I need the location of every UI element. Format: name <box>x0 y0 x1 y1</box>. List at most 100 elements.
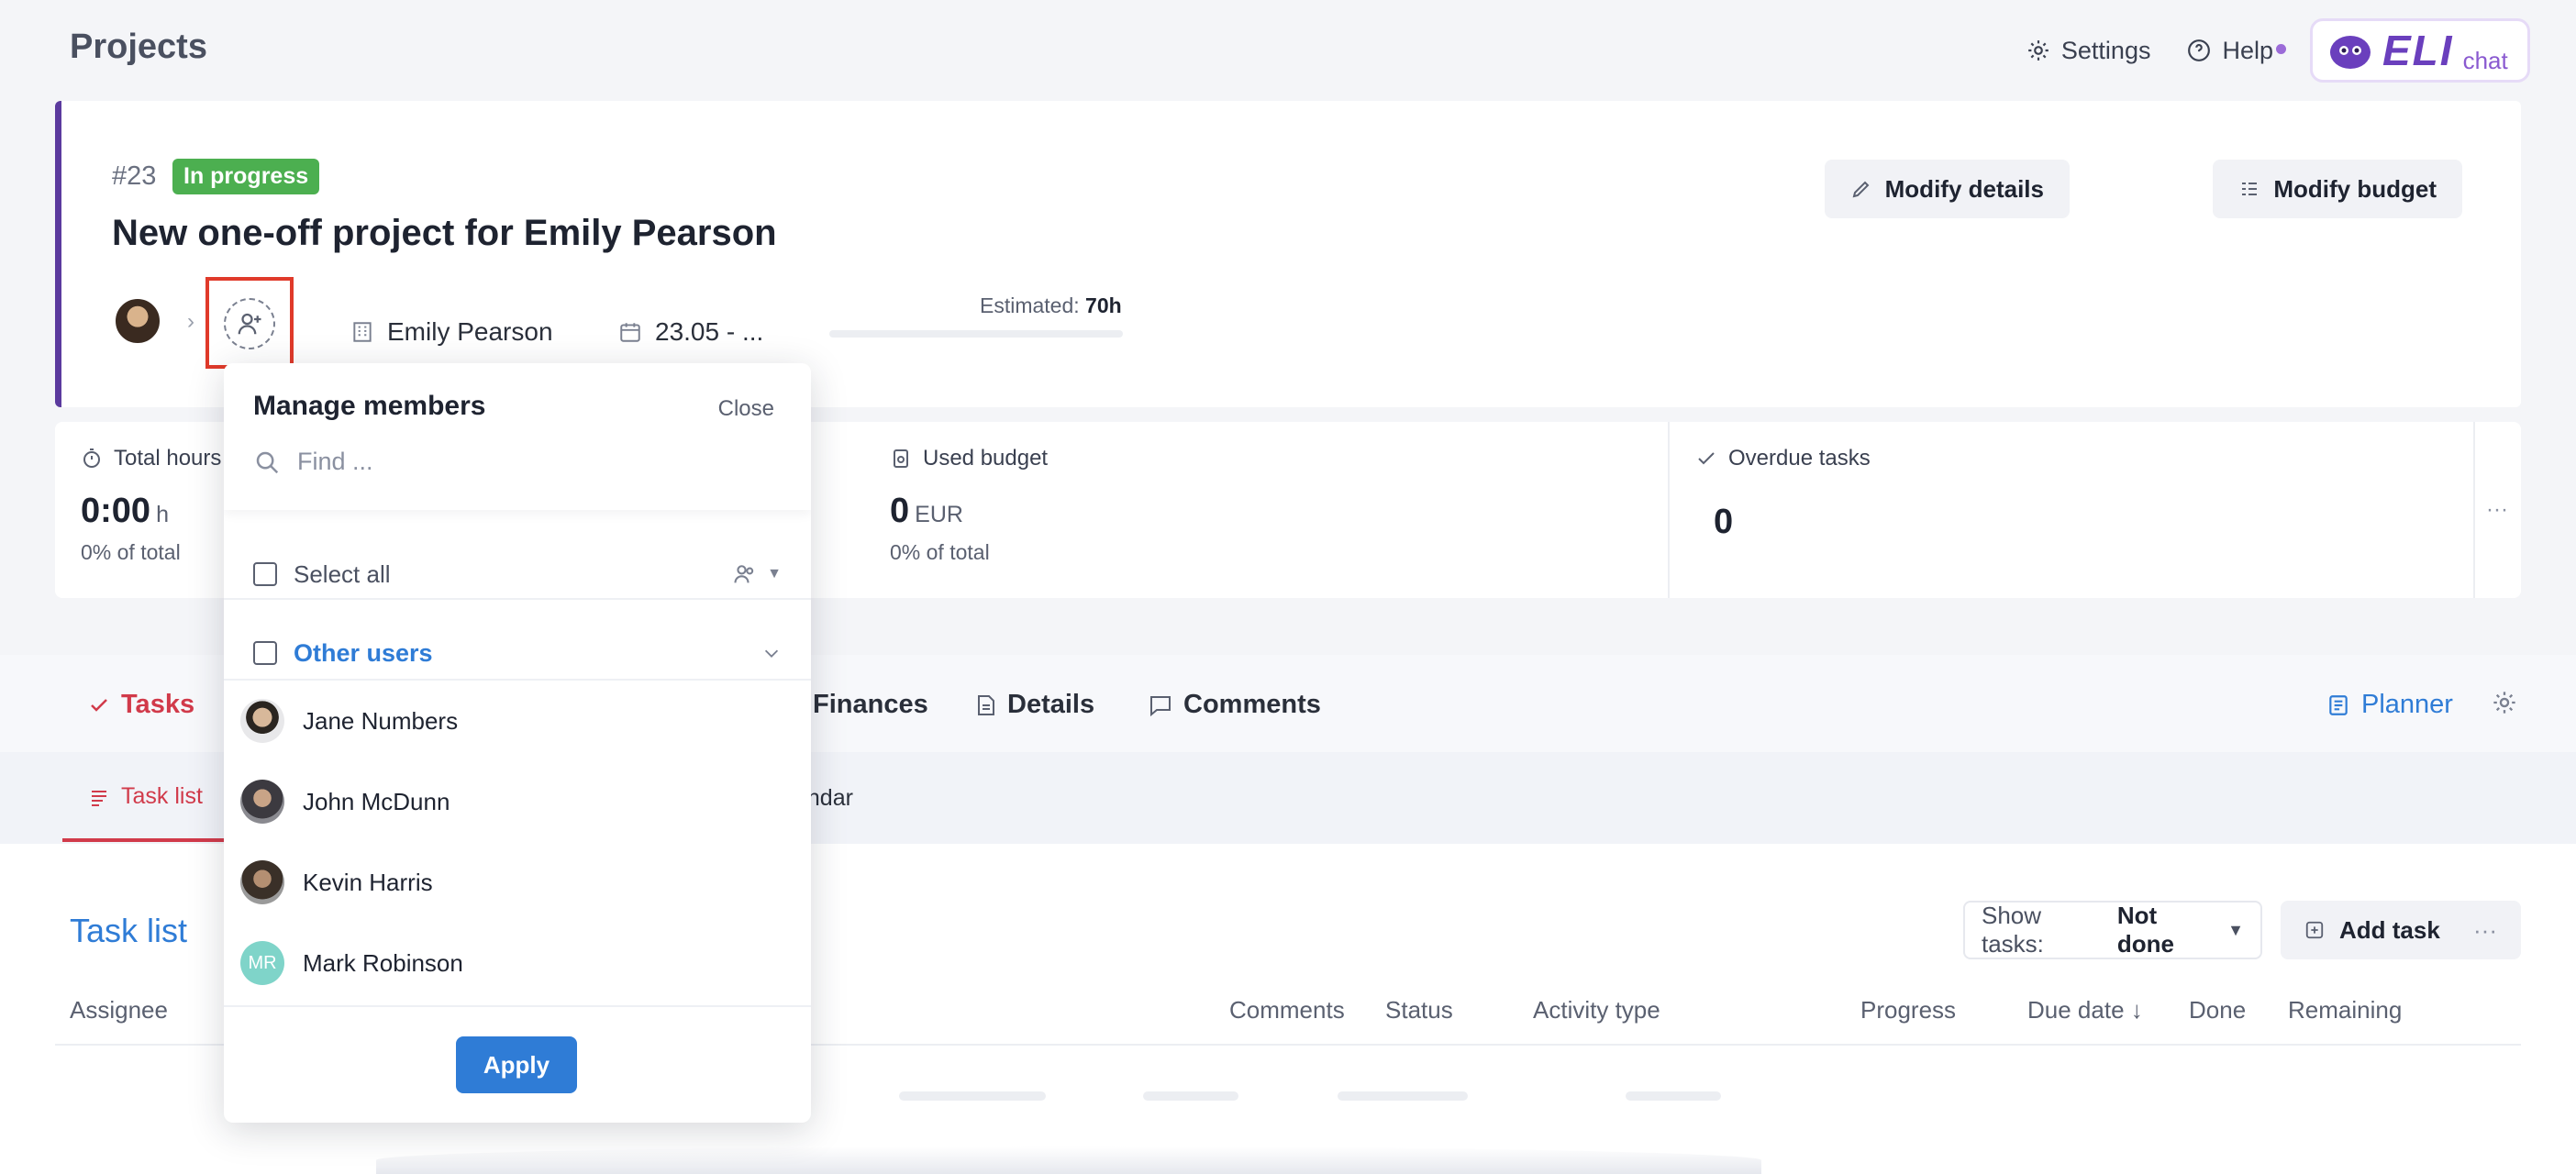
modify-details-label: Modify details <box>1884 174 2044 203</box>
col-comments[interactable]: Comments <box>1229 996 1345 1024</box>
tab-finances[interactable]: Finances <box>813 690 928 720</box>
subtab-task-list-label: Task list <box>121 783 203 809</box>
stats-divider <box>1668 422 1670 598</box>
eli-logo-text: ELI <box>2382 27 2454 74</box>
modal-header <box>224 363 811 510</box>
divider <box>224 598 811 600</box>
overdue-value: 0 <box>1714 503 1734 541</box>
close-button[interactable]: Close <box>718 396 774 422</box>
notification-dot <box>2276 43 2286 54</box>
modify-details-button[interactable]: Modify details <box>1824 160 2070 218</box>
add-member-button[interactable] <box>224 298 275 349</box>
client-meta: Emily Pearson <box>350 317 553 347</box>
modify-budget-label: Modify budget <box>2273 174 2437 203</box>
tab-details[interactable]: Details <box>976 690 1094 720</box>
modify-budget-button[interactable]: Modify budget <box>2213 160 2462 218</box>
divider <box>224 1005 811 1007</box>
used-budget-label: Used budget <box>923 446 1049 471</box>
stats-divider-2 <box>2473 422 2475 598</box>
gear-icon <box>2028 40 2049 61</box>
estimated-value: 70h <box>1085 294 1122 317</box>
show-tasks-value: Not done <box>2116 902 2174 958</box>
eli-chat-button[interactable]: ELI chat <box>2310 18 2530 83</box>
page-title: Projects <box>70 28 207 66</box>
skeleton-bar <box>1338 1091 1468 1101</box>
col-assignee[interactable]: Assignee <box>70 996 168 1024</box>
help-icon <box>2188 39 2211 61</box>
avatar[interactable] <box>114 297 161 345</box>
comment-icon <box>1150 695 1171 716</box>
chevron-right-icon: › <box>187 309 194 334</box>
tab-comments[interactable]: Comments <box>1149 690 1321 720</box>
subtab-task-list[interactable]: Task list <box>88 783 203 810</box>
overdue-stat: Overdue tasks 0 <box>1695 446 1871 542</box>
modify-budget-wrap: Modify budget <box>2213 160 2462 218</box>
add-task-label: Add task <box>2339 915 2440 944</box>
tab-finances-label: Finances <box>813 690 928 719</box>
building-icon <box>353 322 372 342</box>
avatar: MR <box>240 941 284 985</box>
manage-members-modal: Manage members Close Find ... Select all… <box>224 363 811 1123</box>
col-remaining[interactable]: Remaining <box>2288 996 2402 1024</box>
group-checkbox[interactable] <box>253 641 277 665</box>
project-card <box>55 101 2521 407</box>
select-all-label: Select all <box>294 559 391 588</box>
role-filter-button[interactable]: ▼ <box>732 561 782 587</box>
project-date: 23.05 - ... <box>655 317 764 346</box>
list-icon <box>92 790 106 806</box>
top-actions: Settings Help ELI chat <box>2026 18 2530 83</box>
gear-icon <box>2493 692 2515 714</box>
group-row[interactable]: Other users <box>224 626 811 681</box>
user-item[interactable]: John McDunn <box>240 780 450 824</box>
project-number: #23 <box>112 161 157 191</box>
divider <box>224 679 811 681</box>
add-user-icon <box>238 313 261 335</box>
settings-label: Settings <box>2060 36 2151 64</box>
eli-mascot-icon <box>2330 36 2371 69</box>
show-tasks-select[interactable]: Show tasks: Not done ▼ <box>1963 901 2262 959</box>
tab-tasks[interactable]: Tasks <box>88 690 194 720</box>
member-search[interactable]: Find ... <box>253 448 373 476</box>
settings-link[interactable]: Settings <box>2026 36 2151 65</box>
skeleton-bar <box>1143 1091 1238 1101</box>
planner-link[interactable]: Planner <box>2326 690 2453 720</box>
planner-label: Planner <box>2361 690 2453 719</box>
user-item[interactable]: Jane Numbers <box>240 699 458 743</box>
document-icon <box>978 694 994 715</box>
modify-details-wrap: Modify details <box>1824 160 2070 218</box>
user-item[interactable]: Kevin Harris <box>240 860 433 904</box>
search-input[interactable]: Find ... <box>297 448 373 476</box>
apply-button[interactable]: Apply <box>456 1036 577 1093</box>
modal-title: Manage members <box>253 391 486 421</box>
col-done[interactable]: Done <box>2189 996 2246 1024</box>
budget-list-icon <box>2242 183 2258 195</box>
skeleton-bar <box>899 1091 1046 1101</box>
estimate-progress-bar <box>829 330 1123 338</box>
total-hours-value: 0:00 <box>81 492 151 530</box>
date-meta: 23.05 - ... <box>618 317 763 347</box>
user-name: Kevin Harris <box>303 868 433 896</box>
user-item[interactable]: MR Mark Robinson <box>240 941 463 985</box>
status-badge: In progress <box>172 159 320 194</box>
add-task-button[interactable]: Add task ··· <box>2281 901 2521 959</box>
chevron-down-icon <box>764 649 779 658</box>
tab-tasks-label: Tasks <box>121 690 195 719</box>
pencil-icon <box>1852 181 1870 198</box>
help-link[interactable]: Help <box>2187 37 2286 65</box>
user-name: John McDunn <box>303 787 450 815</box>
tasks-check-icon <box>91 698 107 712</box>
tabs-settings-button[interactable] <box>2492 690 2517 720</box>
col-progress[interactable]: Progress <box>1860 996 1956 1024</box>
more-icon[interactable]: ··· <box>2486 497 2508 523</box>
col-due-date[interactable]: Due date ↓ <box>2027 996 2143 1024</box>
select-all-checkbox[interactable] <box>253 562 277 586</box>
avatar <box>240 780 284 824</box>
show-tasks-label: Show tasks: <box>1982 902 2044 958</box>
client-name: Emily Pearson <box>387 317 553 346</box>
col-activity-type[interactable]: Activity type <box>1533 996 1660 1024</box>
avatar <box>240 860 284 904</box>
search-icon <box>256 451 279 473</box>
avatar <box>240 699 284 743</box>
more-icon[interactable]: ··· <box>2473 916 2497 945</box>
col-status[interactable]: Status <box>1385 996 1453 1024</box>
